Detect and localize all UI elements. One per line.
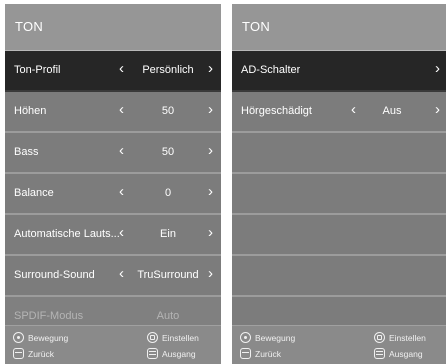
menu-item-bass[interactable]: Bass ‹ 50 › bbox=[5, 133, 221, 174]
hint-back: Zurück bbox=[13, 348, 54, 359]
menu-item-label: Ton-Profil bbox=[14, 64, 61, 76]
menu-item-value: Persönlich bbox=[142, 64, 194, 76]
menu-item-label: Surround-Sound bbox=[14, 269, 95, 281]
chevron-right-icon[interactable]: › bbox=[435, 61, 440, 76]
ok-button-icon bbox=[147, 332, 158, 343]
menu-item-hoergeschaedigt[interactable]: Hörgeschädigt ‹ Aus › bbox=[232, 92, 446, 133]
hint-move: Bewegung bbox=[13, 332, 68, 343]
chevron-right-icon[interactable]: › bbox=[208, 102, 213, 117]
menu-item-value: Aus bbox=[382, 105, 402, 117]
chevron-left-icon[interactable]: ‹ bbox=[351, 102, 356, 117]
menu-list: AD-Schalter › Hörgeschädigt ‹ Aus › bbox=[232, 51, 446, 338]
hint-enter-label: Einstellen bbox=[162, 332, 199, 343]
menu-item-value: Ein bbox=[160, 228, 176, 240]
hint-move-label: Bewegung bbox=[255, 332, 296, 343]
hint-enter-label: Einstellen bbox=[389, 332, 426, 343]
chevron-right-icon[interactable]: › bbox=[208, 184, 213, 199]
menu-title: TON bbox=[15, 19, 44, 34]
hint-exit: Ausgang bbox=[147, 348, 196, 359]
menu-item-value: TruSurround bbox=[137, 269, 199, 281]
chevron-right-icon[interactable]: › bbox=[208, 61, 213, 76]
chevron-left-icon[interactable]: ‹ bbox=[119, 225, 124, 240]
back-button-icon bbox=[13, 348, 24, 359]
hint-move-label: Bewegung bbox=[28, 332, 69, 343]
chevron-left-icon[interactable]: ‹ bbox=[119, 102, 124, 117]
hint-exit-label: Ausgang bbox=[162, 348, 196, 359]
title-bar: TON bbox=[5, 4, 221, 51]
chevron-right-icon[interactable]: › bbox=[435, 102, 440, 117]
menu-title: TON bbox=[242, 19, 271, 34]
menu-item-label: Hörgeschädigt bbox=[241, 105, 312, 117]
empty-row bbox=[232, 215, 446, 256]
sound-menu-screen-left: TON Ton-Profil ‹ Persönlich › Höhen ‹ 50… bbox=[5, 4, 221, 364]
menu-item-label: Bass bbox=[14, 146, 39, 158]
hint-back-label: Zurück bbox=[28, 348, 54, 359]
key-hint-bar: Bewegung Zurück Einstellen Ausgang bbox=[5, 325, 221, 364]
menu-item-value: 50 bbox=[161, 105, 175, 117]
exit-button-icon bbox=[147, 348, 158, 359]
menu-item-value: 0 bbox=[164, 187, 172, 199]
back-button-icon bbox=[240, 348, 251, 359]
menu-item-value: Auto bbox=[156, 310, 180, 322]
menu-item-ad-schalter[interactable]: AD-Schalter › bbox=[232, 51, 446, 92]
hint-exit: Ausgang bbox=[374, 348, 423, 359]
menu-item-value: 50 bbox=[161, 146, 175, 158]
dpad-icon bbox=[240, 332, 251, 343]
menu-item-label: AD-Schalter bbox=[241, 64, 301, 76]
chevron-right-icon[interactable]: › bbox=[208, 266, 213, 281]
chevron-left-icon[interactable]: ‹ bbox=[119, 143, 124, 158]
ok-button-icon bbox=[374, 332, 385, 343]
menu-item-label: SPDIF-Modus bbox=[14, 310, 84, 322]
menu-item-label: Höhen bbox=[14, 105, 47, 117]
menu-list: Ton-Profil ‹ Persönlich › Höhen ‹ 50 › B… bbox=[5, 51, 221, 338]
empty-row bbox=[232, 256, 446, 297]
menu-item-ton-profil[interactable]: Ton-Profil ‹ Persönlich › bbox=[5, 51, 221, 92]
empty-row bbox=[232, 133, 446, 174]
menu-item-hoehen[interactable]: Höhen ‹ 50 › bbox=[5, 92, 221, 133]
chevron-left-icon[interactable]: ‹ bbox=[119, 266, 124, 281]
title-bar: TON bbox=[232, 4, 446, 51]
chevron-right-icon[interactable]: › bbox=[208, 143, 213, 158]
key-hint-bar: Bewegung Zurück Einstellen Ausgang bbox=[232, 325, 446, 364]
chevron-left-icon[interactable]: ‹ bbox=[119, 184, 124, 199]
menu-item-surround-sound[interactable]: Surround-Sound ‹ TruSurround › bbox=[5, 256, 221, 297]
chevron-left-icon[interactable]: ‹ bbox=[119, 61, 124, 76]
sound-menu-screen-right: TON AD-Schalter › Hörgeschädigt ‹ Aus › … bbox=[232, 4, 446, 364]
empty-row bbox=[232, 174, 446, 215]
dpad-icon bbox=[13, 332, 24, 343]
hint-enter: Einstellen bbox=[147, 332, 199, 343]
hint-exit-label: Ausgang bbox=[389, 348, 423, 359]
hint-enter: Einstellen bbox=[374, 332, 426, 343]
exit-button-icon bbox=[374, 348, 385, 359]
hint-move: Bewegung bbox=[240, 332, 295, 343]
hint-back: Zurück bbox=[240, 348, 281, 359]
hint-back-label: Zurück bbox=[255, 348, 281, 359]
menu-item-label: Balance bbox=[14, 187, 54, 199]
menu-item-auto-lautstaerke[interactable]: Automatische Lauts... ‹ Ein › bbox=[5, 215, 221, 256]
chevron-right-icon[interactable]: › bbox=[208, 225, 213, 240]
menu-item-balance[interactable]: Balance ‹ 0 › bbox=[5, 174, 221, 215]
menu-item-label: Automatische Lauts... bbox=[14, 228, 120, 240]
